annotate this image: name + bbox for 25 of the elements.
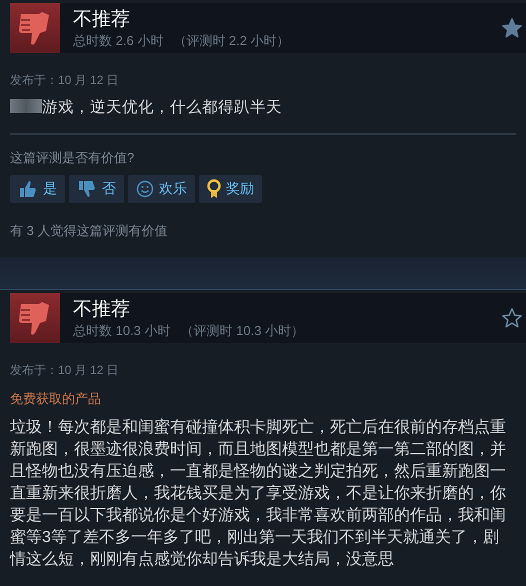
- vote-button[interactable]: 是: [10, 175, 65, 203]
- review-time-text: （评测时 10.3 小时）: [180, 322, 304, 338]
- playtime-text: 总时数 2.6 小时: [73, 32, 164, 48]
- star-icon[interactable]: [501, 307, 523, 329]
- posted-date: 发布于：10 月 12 日: [10, 73, 120, 87]
- smiley-icon: [136, 180, 154, 198]
- review-text: 游戏，逆天优化，什么都得趴半天: [42, 99, 282, 116]
- thumbs-down-icon: [10, 293, 60, 343]
- thumbs-down-icon: [77, 179, 97, 199]
- helpful-prompt: 这篇评测是否有价值?: [10, 150, 136, 166]
- star-icon[interactable]: [501, 17, 523, 39]
- verdict-title: 不推荐: [73, 298, 131, 322]
- vote-button[interactable]: 奖励: [199, 175, 262, 203]
- posted-date: 发布于：10 月 12 日: [10, 363, 120, 377]
- free-product-label: 免费获取的产品: [10, 391, 102, 407]
- vote-button[interactable]: 否: [69, 175, 124, 203]
- thumbs-down-icon: [10, 3, 60, 53]
- award-ribbon-icon: [207, 179, 221, 199]
- playtime-text: 总时数 10.3 小时: [73, 322, 171, 338]
- review-text: 垃圾！每次都是和闺蜜有碰撞体积卡脚死亡，死亡后在很前的存档点重新跑图，很墨迹很浪费时间，而且地图模型也都是第一第二部的图，并且怪物也没有压迫感，一直都是怪物的谜之判定拍死，然后重新跑图一直重新来很折磨人，我花钱买是为了享受游戏，不是让你来折磨的，你要是一百以下我都说你是个好游戏，我非常喜欢前两部的作品，我和闺蜜等3等了差不多一年多了吧，刚出第一天我们不到半天就通关了，剧情这么短，刚刚有点感觉你却告诉我是大结局，没意思: [10, 419, 506, 568]
- review-time-text: （评测时 2.2 小时）: [173, 32, 290, 48]
- verdict-title: 不推荐: [73, 8, 131, 32]
- vote-button[interactable]: 欢乐: [128, 175, 195, 203]
- helpful-count: 有 3 人觉得这篇评测有价值: [10, 223, 168, 239]
- thumbs-up-icon: [18, 179, 38, 199]
